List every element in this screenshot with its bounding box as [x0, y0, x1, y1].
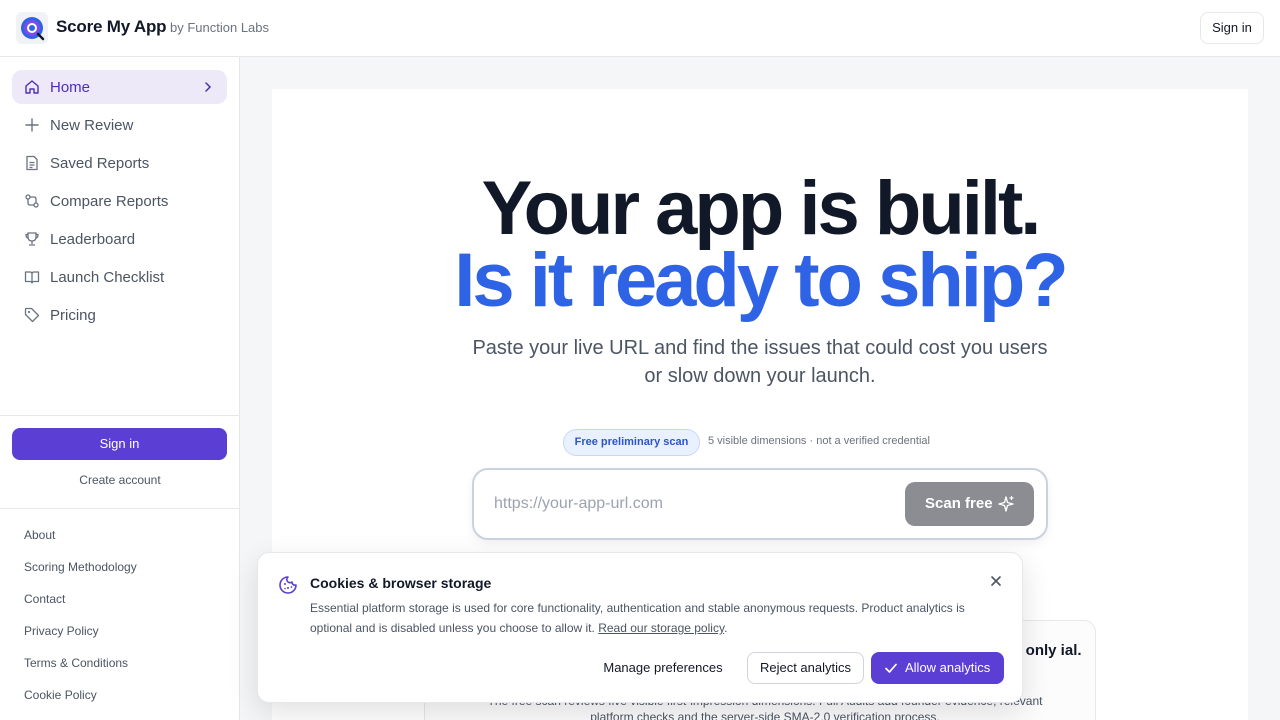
home-icon [25, 80, 39, 94]
book-open-icon [24, 271, 40, 284]
sidebar-divider [0, 508, 240, 509]
sidebar-signin-button[interactable]: Sign in [12, 428, 227, 460]
headline-line-2: Is it ready to ship? [454, 238, 1068, 323]
sidebar-item-label: Home [50, 79, 91, 96]
tag-icon [24, 307, 40, 323]
compare-icon [25, 194, 39, 208]
cookie-text: Essential platform storage is used for c… [310, 601, 965, 635]
sidebar-item-label: Saved Reports [50, 155, 150, 172]
free-scan-badge: Free preliminary scan [563, 429, 700, 456]
hero-lead-text: Paste your live URL and find the issues … [472, 337, 1048, 387]
badge-note: 5 visible dimensions · not a verified cr… [708, 435, 930, 447]
storage-policy-link[interactable]: Read our storage policy [598, 621, 724, 635]
sidebar-item-compare-reports[interactable]: Compare Reports [12, 184, 227, 218]
sidebar-item-launch-checklist[interactable]: Launch Checklist [12, 260, 227, 294]
sidebar-item-home[interactable]: Home [12, 70, 227, 104]
check-icon [885, 663, 897, 673]
file-text-icon [26, 155, 38, 171]
sidebar-item-label: New Review [50, 117, 134, 134]
brand-subtitle: by Function Labs [170, 20, 270, 35]
url-placeholder: https://your-app-url.com [494, 495, 663, 512]
cookie-icon [279, 576, 297, 594]
sidebar-item-leaderboard[interactable]: Leaderboard [12, 222, 227, 256]
footer-link-contact[interactable]: Contact [24, 592, 65, 606]
sidebar-item-saved-reports[interactable]: Saved Reports [12, 146, 227, 180]
sparkle-icon [998, 495, 1014, 512]
footer-link-about[interactable]: About [24, 528, 55, 542]
sidebar-item-new-review[interactable]: New Review [12, 108, 227, 142]
brand-name[interactable]: Score My App [56, 17, 167, 37]
allow-analytics-label: Allow analytics [905, 660, 991, 675]
app-logo[interactable] [16, 12, 48, 44]
plus-icon [25, 118, 39, 132]
manage-preferences-button[interactable]: Manage preferences [598, 652, 728, 684]
reject-analytics-button[interactable]: Reject analytics [747, 652, 864, 684]
header-signin-button[interactable]: Sign in [1200, 12, 1264, 44]
footer-link-terms[interactable]: Terms & Conditions [24, 656, 128, 670]
sidebar-divider [0, 415, 240, 416]
close-icon[interactable] [989, 574, 1003, 588]
footer-link-scoring-methodology[interactable]: Scoring Methodology [24, 560, 137, 574]
scan-free-button[interactable]: Scan free [905, 482, 1034, 526]
sidebar-item-label: Pricing [50, 307, 96, 324]
chevron-right-icon [205, 82, 212, 92]
url-input[interactable]: https://your-app-url.com Scan free [472, 468, 1048, 540]
logo-mark-icon [21, 17, 45, 41]
sidebar-item-label: Compare Reports [50, 193, 169, 210]
sidebar-item-pricing[interactable]: Pricing [12, 298, 227, 332]
cookie-banner: Cookies & browser storage Essential plat… [257, 552, 1023, 703]
scan-button-label: Scan free [925, 495, 993, 512]
sidebar: Home New Review Saved Reports Compare Re… [0, 57, 240, 720]
create-account-link[interactable]: Create account [0, 473, 240, 487]
trophy-icon [25, 232, 39, 246]
sidebar-item-label: Leaderboard [50, 231, 136, 248]
cookie-title: Cookies & browser storage [310, 575, 492, 591]
footer-link-cookie-policy[interactable]: Cookie Policy [24, 688, 97, 702]
footer-link-privacy-policy[interactable]: Privacy Policy [24, 624, 99, 638]
sidebar-item-label: Launch Checklist [50, 269, 165, 286]
allow-analytics-button[interactable]: Allow analytics [871, 652, 1004, 684]
headline-line-1: Your app is built. [481, 166, 1042, 251]
top-bar: Score My App by Function Labs Sign in [0, 0, 1280, 57]
